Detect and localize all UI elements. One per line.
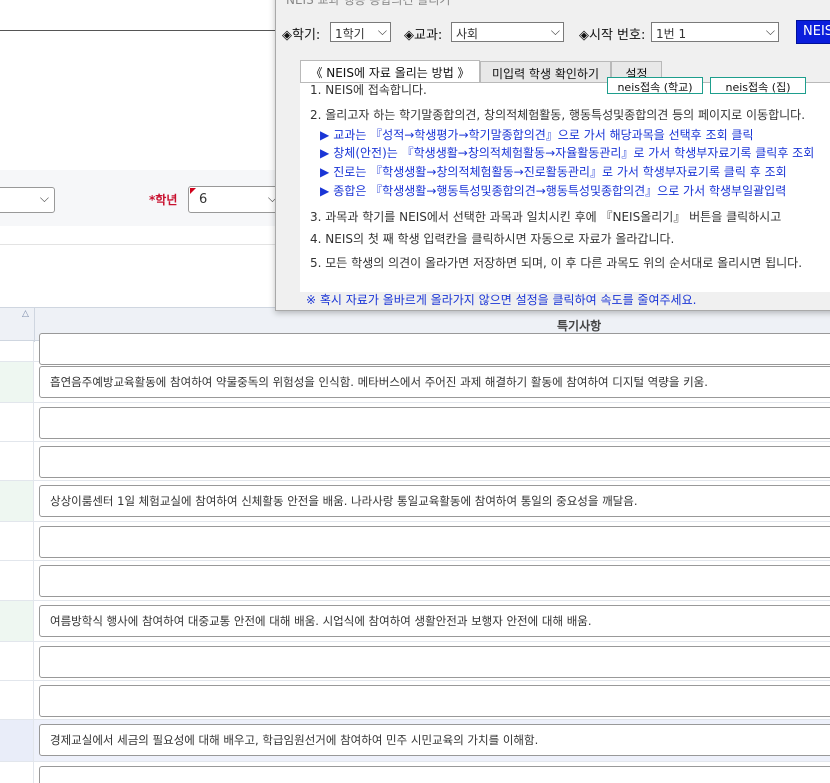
table-row [0, 522, 830, 561]
table-row: 경제교실에서 세금의 필요성에 대해 배우고, 학급임원선거에 참여하여 민주 … [0, 720, 830, 762]
chevron-down-icon: ⌵ [550, 24, 560, 38]
subject-select-value: 사회 [456, 27, 479, 41]
filter-select[interactable]: ⌵ [0, 187, 55, 213]
grade-select-value: 6 [199, 192, 208, 207]
row-index-cell [0, 362, 34, 402]
table-row [0, 333, 830, 365]
table-row: 여름방학식 행사에 참여하여 대중교통 안전에 대해 배움. 시업식에 참여하여… [0, 601, 830, 642]
notes-textbox[interactable] [39, 565, 830, 597]
sub-item: ▶ 교과는 『성적→학생평가→학기말종합의견』으로 가서 해당과목을 선택후 조회… [320, 126, 754, 143]
play-arrow-icon: ▶ [320, 146, 330, 160]
table-row [0, 762, 830, 783]
table-row [0, 681, 830, 720]
table-row [0, 403, 830, 442]
column-divider [34, 308, 35, 342]
notes-textbox[interactable] [39, 526, 830, 558]
sub-item-text: 창체(안전)는 『학생생활→창의적체험활동→자율활동관리』로 가서 학생부자료기… [333, 146, 815, 160]
row-index-cell [0, 341, 34, 361]
row-index-cell [0, 762, 34, 783]
row-index-cell [0, 403, 34, 441]
play-arrow-icon: ▶ [320, 165, 330, 179]
neis-upload-button[interactable]: NEIS [796, 20, 830, 44]
row-index-cell [0, 720, 34, 761]
sub-item: ▶ 창체(안전)는 『학생생활→창의적체험활동→자율활동관리』로 가서 학생부자료… [320, 144, 814, 161]
table-row [0, 642, 830, 681]
row-index-cell [0, 601, 34, 641]
tab-missing-students[interactable]: 미입력 학생 확인하기 [480, 61, 611, 82]
start-number-label: ◈시작 번호: [579, 28, 646, 43]
row-index-cell [0, 481, 34, 521]
chevron-down-icon: ⌵ [39, 191, 49, 205]
start-number-value: 1번 1 [656, 27, 687, 41]
sub-item-text: 진로는 『학생생활→창의적체험활동→진로활동관리』로 가서 학생부자료기록 클릭… [333, 165, 787, 179]
grade-label: *학년 [149, 191, 177, 208]
tab-upload-method[interactable]: 《 NEIS에 자료 올리는 방법 》 [300, 60, 480, 82]
row-index-cell [0, 522, 34, 560]
chevron-down-icon: ⌵ [377, 24, 387, 38]
semester-select-value: 1학기 [335, 27, 365, 41]
step-4-text: 4. NEIS의 첫 째 학생 입력칸을 클릭하시면 자동으로 자료가 올라갑니… [310, 232, 675, 246]
step-5-text: 5. 모든 학생의 의견이 올라가면 저장하면 되며, 이 후 다른 과목도 위… [310, 256, 803, 270]
semester-select[interactable]: 1학기 ⌵ [330, 22, 391, 42]
required-marker-icon [190, 188, 196, 194]
neis-connect-school-button[interactable]: neis접속 (학교) [607, 77, 703, 94]
sub-item-text: 종합은 『학생생활→행동특성및종합의견→행동특성및종합의견』으로 가서 학생부일… [333, 184, 787, 198]
notes-textbox[interactable]: 경제교실에서 세금의 필요성에 대해 배우고, 학급임원선거에 참여하여 민주 … [39, 724, 830, 756]
grade-select[interactable]: 6 ⌵ [188, 186, 283, 213]
notes-textbox[interactable] [39, 685, 830, 717]
step-2-text: 2. 올리고자 하는 학기말종합의견, 창의적체험활동, 행동특성및종합의견 등… [310, 108, 806, 122]
speed-notice: ※ 혹시 자료가 올바르게 올라가지 않으면 설정을 클릭하여 속도를 줄여주세… [306, 293, 697, 307]
notes-textbox[interactable] [39, 446, 830, 478]
start-number-select[interactable]: 1번 1 ⌵ [651, 22, 779, 42]
divider [0, 30, 276, 31]
notes-textbox[interactable]: 상상이룸센터 1일 체험교실에 참여하여 신체활동 안전을 배움. 나라사랑 통… [39, 485, 830, 517]
sub-item: ▶ 진로는 『학생생활→창의적체험활동→진로활동관리』로 가서 학생부자료기록 클… [320, 163, 787, 180]
play-arrow-icon: ▶ [320, 128, 330, 142]
row-index-cell [0, 642, 34, 680]
notes-textbox[interactable] [39, 407, 830, 439]
chevron-down-icon: ⌵ [765, 24, 775, 38]
grade-label-text: 학년 [155, 193, 178, 207]
popup-title: NEIS 교과 행동 종합의견 올리기 [286, 0, 451, 7]
notes-textbox[interactable]: 여름방학식 행사에 참여하여 대중교통 안전에 대해 배움. 시업식에 참여하여… [39, 605, 830, 637]
sub-item: ▶ 종합은 『학생생활→행동특성및종합의견→행동특성및종합의견』으로 가서 학생부… [320, 182, 786, 199]
row-index-cell [0, 561, 34, 600]
row-index-cell [0, 442, 34, 480]
table-row: 흡연음주예방교육활동에 참여하여 약물중독의 위험성을 인식함. 메타버스에서 … [0, 362, 830, 403]
sub-item-text: 교과는 『성적→학생평가→학기말종합의견』으로 가서 해당과목을 선택후 조회 … [333, 128, 754, 142]
step-1-text: 1. NEIS에 접속합니다. [310, 83, 427, 97]
table-row [0, 442, 830, 481]
notes-textbox[interactable] [39, 333, 830, 365]
row-index-cell [0, 681, 34, 719]
neis-connect-home-button[interactable]: neis접속 (집) [710, 77, 806, 94]
table-row: 상상이룸센터 1일 체험교실에 참여하여 신체활동 안전을 배움. 나라사랑 통… [0, 481, 830, 522]
instructions-panel: 1. NEIS에 접속합니다. neis접속 (학교) neis접속 (집) 2… [300, 77, 830, 292]
semester-label: ◈학기: [282, 28, 321, 43]
sort-icon[interactable]: △ [22, 309, 29, 319]
table-row [0, 561, 830, 601]
subject-label: ◈교과: [404, 28, 443, 43]
play-arrow-icon: ▶ [320, 184, 330, 198]
notes-textbox[interactable] [39, 766, 830, 783]
notes-textbox[interactable] [39, 646, 830, 678]
step-3-text: 3. 과목과 학기를 NEIS에서 선택한 과목과 일치시킨 후에 『NEIS올… [310, 210, 782, 224]
subject-select[interactable]: 사회 ⌵ [451, 22, 564, 42]
column-header-notes: 특기사항 [557, 319, 602, 333]
neis-upload-popup: NEIS 교과 행동 종합의견 올리기 ◈학기: 1학기 ⌵ ◈교과: 사회 ⌵… [275, 0, 830, 311]
notes-textbox[interactable]: 흡연음주예방교육활동에 참여하여 약물중독의 위험성을 인식함. 메타버스에서 … [39, 366, 830, 398]
